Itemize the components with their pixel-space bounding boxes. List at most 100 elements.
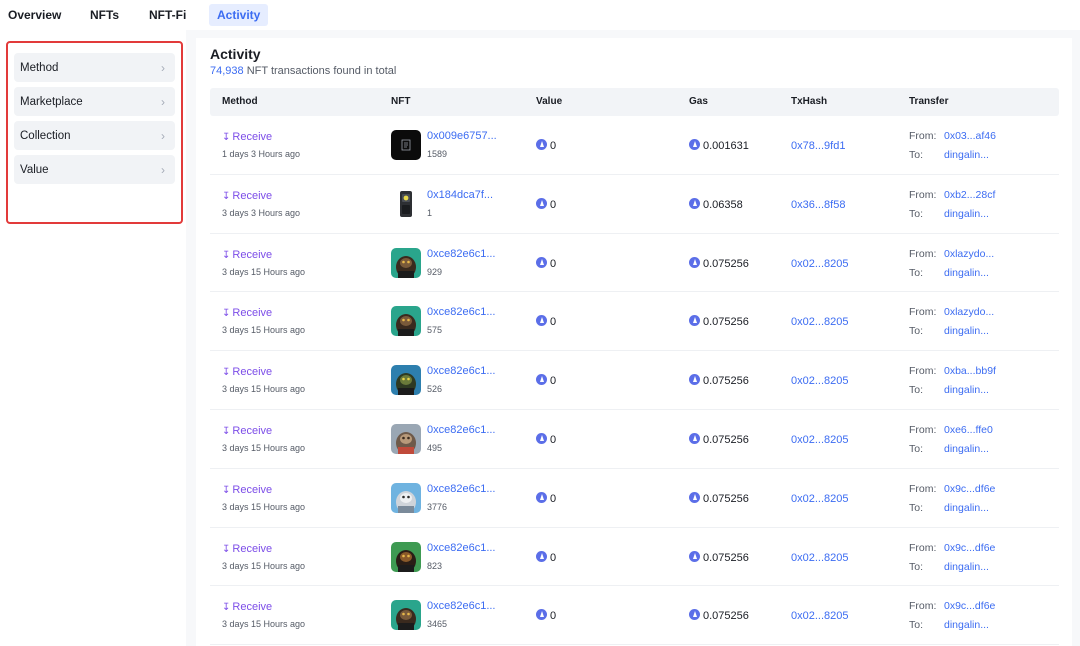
value-amount: 0 <box>550 375 557 388</box>
nft-thumbnail[interactable] <box>391 306 421 337</box>
to-address-link[interactable]: dingalin... <box>944 443 989 455</box>
tx-hash-link[interactable]: 0x02...8205 <box>791 316 849 328</box>
relative-time: 3 days 15 Hours ago <box>222 266 306 277</box>
method-link[interactable]: ↧ Receive <box>222 484 272 496</box>
nft-contract-link[interactable]: 0xce82e6c1... <box>427 483 496 495</box>
tx-hash-link[interactable]: 0x02...8205 <box>791 610 849 622</box>
table-row[interactable]: ↧ Receive 3 days 15 Hours ago 0xce82e6c1...… <box>210 410 1059 469</box>
filter-value[interactable]: Value › <box>14 155 175 184</box>
table-row[interactable]: ↧ Receive 3 days 15 Hours ago 0xce82e6c1...… <box>210 528 1059 587</box>
to-address-link[interactable]: dingalin... <box>944 149 989 161</box>
from-address-link[interactable]: 0xba...bb9f <box>944 365 996 377</box>
table-row[interactable]: ↧ Receive 3 days 15 Hours ago 0xce82e6c1...… <box>210 469 1059 528</box>
nft-thumbnail[interactable] <box>391 188 421 219</box>
from-label: From: <box>909 247 937 260</box>
method-link[interactable]: ↧ Receive <box>222 366 272 378</box>
relative-time: 3 days 15 Hours ago <box>222 560 306 571</box>
tx-hash-link[interactable]: 0x02...8205 <box>791 375 849 387</box>
from-address-link[interactable]: 0x9c...df6e <box>944 600 995 612</box>
tx-hash-link[interactable]: 0x78...9fd1 <box>791 140 845 152</box>
value-cell: 0 <box>536 256 556 270</box>
column-header-transfer: Transfer <box>909 96 949 107</box>
filter-marketplace[interactable]: Marketplace › <box>14 87 175 116</box>
table-row[interactable]: ↧ Receive 1 days 3 Hours ago 0x009e6757... 1… <box>210 116 1059 175</box>
tx-hash-link[interactable]: 0x02...8205 <box>791 434 849 446</box>
tx-hash-link[interactable]: 0x02...8205 <box>791 258 849 270</box>
to-label: To: <box>909 384 924 397</box>
activity-panel: Activity 74,938 NFT transactions found i… <box>196 38 1072 646</box>
value-amount: 0 <box>550 140 557 152</box>
to-address-link[interactable]: dingalin... <box>944 267 989 279</box>
page-title: Activity <box>210 46 261 62</box>
nft-contract-link[interactable]: 0xce82e6c1... <box>427 306 496 318</box>
to-address-link[interactable]: dingalin... <box>944 619 989 631</box>
nft-thumbnail[interactable] <box>391 130 421 160</box>
nft-contract-link[interactable]: 0xce82e6c1... <box>427 600 496 612</box>
nft-thumbnail[interactable] <box>391 423 421 454</box>
method-link[interactable]: ↧ Receive <box>222 249 272 261</box>
method-link[interactable]: ↧ Receive <box>222 543 272 555</box>
table-row[interactable]: ↧ Receive 3 days 3 Hours ago 0x184dca7f... 1… <box>210 175 1059 234</box>
nft-token-id: 495 <box>427 442 443 453</box>
filter-collection[interactable]: Collection › <box>14 121 175 150</box>
nft-contract-link[interactable]: 0x184dca7f... <box>427 189 493 201</box>
nft-thumbnail[interactable] <box>391 247 421 278</box>
receive-arrow-icon: ↧ <box>222 249 231 261</box>
tab-nft-fi[interactable]: NFT-Fi <box>141 4 194 26</box>
from-address-link[interactable]: 0xlazydo... <box>944 306 994 318</box>
from-address-link[interactable]: 0xlazydo... <box>944 248 994 260</box>
method-link[interactable]: ↧ Receive <box>222 425 272 437</box>
value-cell: 0 <box>536 491 556 505</box>
to-address-link[interactable]: dingalin... <box>944 561 989 573</box>
to-address-link[interactable]: dingalin... <box>944 325 989 337</box>
to-address-link[interactable]: dingalin... <box>944 208 989 220</box>
from-address-link[interactable]: 0x03...af46 <box>944 130 996 142</box>
transaction-count-suffix: NFT transactions found in total <box>243 65 397 77</box>
method-link[interactable]: ↧ Receive <box>222 601 272 613</box>
from-address-link[interactable]: 0x9c...df6e <box>944 542 995 554</box>
table-row[interactable]: ↧ Receive 3 days 15 Hours ago 0xce82e6c1...… <box>210 351 1059 410</box>
from-label: From: <box>909 188 937 201</box>
chevron-right-icon: › <box>161 94 165 109</box>
nft-contract-link[interactable]: 0xce82e6c1... <box>427 424 496 436</box>
table-row[interactable]: ↧ Receive 3 days 15 Hours ago 0xce82e6c1...… <box>210 234 1059 293</box>
eth-icon <box>536 491 547 503</box>
receive-arrow-icon: ↧ <box>222 132 231 143</box>
relative-time: 3 days 15 Hours ago <box>222 619 306 630</box>
method-link[interactable]: ↧ Receive <box>222 307 272 319</box>
nft-contract-link[interactable]: 0x009e6757... <box>427 130 497 142</box>
nft-token-id: 929 <box>427 266 443 277</box>
from-address-link[interactable]: 0x9c...df6e <box>944 483 995 495</box>
to-address-link[interactable]: dingalin... <box>944 384 989 396</box>
method-label: Receive <box>232 248 273 261</box>
nft-thumbnail[interactable] <box>391 482 421 513</box>
table-row[interactable]: ↧ Receive 3 days 15 Hours ago 0xce82e6c1...… <box>210 586 1059 646</box>
value-amount: 0 <box>550 433 557 446</box>
nft-thumbnail[interactable] <box>391 365 421 396</box>
nft-contract-link[interactable]: 0xce82e6c1... <box>427 365 496 377</box>
table-row[interactable]: ↧ Receive 3 days 15 Hours ago 0xce82e6c1...… <box>210 292 1059 352</box>
tab-overview[interactable]: Overview <box>0 4 69 26</box>
from-address-link[interactable]: 0xb2...28cf <box>944 189 995 201</box>
value-cell: 0 <box>536 609 556 622</box>
nft-contract-link[interactable]: 0xce82e6c1... <box>427 542 496 554</box>
tx-hash-link[interactable]: 0x36...8f58 <box>791 199 845 211</box>
tab-nfts[interactable]: NFTs <box>82 4 127 26</box>
tab-activity[interactable]: Activity <box>209 4 269 26</box>
filter-method[interactable]: Method › <box>14 53 175 82</box>
gas-cell: 0.075256 <box>689 432 749 446</box>
receive-arrow-icon: ↧ <box>222 308 231 320</box>
tx-hash-link[interactable]: 0x02...8205 <box>791 493 849 505</box>
value-amount: 0 <box>550 610 557 623</box>
nft-thumbnail[interactable] <box>391 541 421 572</box>
chevron-right-icon: › <box>161 60 165 75</box>
method-link[interactable]: ↧ Receive <box>222 190 272 202</box>
column-header-nft: NFT <box>391 96 411 107</box>
method-link[interactable]: ↧ Receive <box>222 131 272 143</box>
tx-hash-link[interactable]: 0x02...8205 <box>791 552 849 564</box>
eth-icon <box>536 609 547 621</box>
from-address-link[interactable]: 0xe6...ffe0 <box>944 424 993 436</box>
nft-contract-link[interactable]: 0xce82e6c1... <box>427 248 496 260</box>
to-address-link[interactable]: dingalin... <box>944 502 989 514</box>
nft-thumbnail[interactable] <box>391 600 421 631</box>
